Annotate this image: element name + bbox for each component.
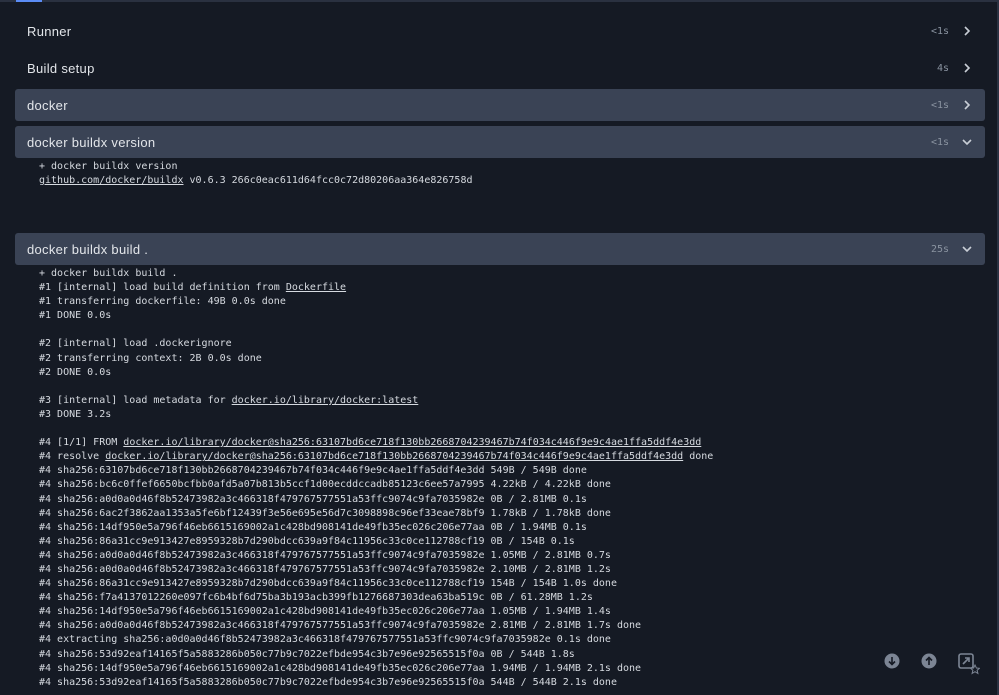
log-text: #4 sha256:a0d0a0d46f8b52473982a3c466318f… — [39, 563, 611, 575]
log-text: done — [683, 451, 714, 463]
log-link[interactable]: Dockerfile — [286, 282, 346, 293]
log-line: #4 sha256:63107bd6ce718f130bb26687042394… — [39, 464, 713, 478]
log-text: + docker buildx build . — [39, 268, 178, 279]
log-line: #1 transferring dockerfile: 49B 0.0s don… — [39, 295, 713, 309]
log-text: #4 sha256:86a31cc9e913427e8959328b7d290b… — [39, 578, 617, 590]
log-line: #2 DONE 0.0s — [39, 366, 713, 380]
log-text: #4 sha256:14df950e5a796f46eb6615169002a1… — [39, 662, 642, 674]
active-tab-indicator — [16, 0, 42, 2]
log-line: github.com/docker/buildx v0.6.3 266c0eac… — [39, 174, 472, 188]
step-duration: 25s — [930, 243, 949, 255]
step-title: docker — [27, 97, 68, 113]
log-line: #4 sha256:6ac2f3862aa1353a5fe6bf12439f3e… — [39, 507, 713, 521]
log-text: #2 transferring context: 2B 0.0s done — [39, 352, 262, 364]
scroll-top-icon — [921, 653, 937, 669]
log-link[interactable]: github.com/docker/buildx — [39, 175, 184, 186]
step-runner[interactable]: Runner <1s — [15, 15, 985, 47]
step-docker-buildx-build[interactable]: docker buildx build . 25s — [15, 233, 985, 265]
expand-icon — [958, 653, 981, 675]
log-text: #1 [internal] load build definition from — [39, 282, 286, 294]
log-line: #4 sha256:86a31cc9e913427e8959328b7d290b… — [39, 535, 713, 549]
log-line: #1 DONE 0.0s — [39, 309, 713, 323]
chevron-right-icon — [961, 62, 973, 74]
log-line: #4 sha256:f7a4137012260e097fc6b4bf6d75ba… — [39, 591, 713, 605]
log-line: #2 [internal] load .dockerignore — [39, 337, 713, 351]
log-text: #4 extracting sha256:a0d0a0d46f8b5247398… — [39, 634, 611, 646]
top-border — [0, 0, 999, 2]
chevron-right-icon — [961, 99, 973, 111]
log-text: #4 sha256:14df950e5a796f46eb6615169002a1… — [39, 606, 611, 618]
chevron-down-icon — [961, 136, 973, 148]
step-duration: 4s — [936, 62, 949, 74]
log-text: #4 sha256:86a31cc9e913427e8959328b7d290b… — [39, 535, 575, 547]
log-text: #4 sha256:f7a4137012260e097fc6b4bf6d75ba… — [39, 592, 593, 604]
step-title: docker buildx build . — [27, 241, 149, 257]
log-text: #4 resolve — [39, 451, 106, 463]
log-link[interactable]: docker.io/library/docker:latest — [232, 395, 419, 406]
log-text: #4 sha256:6ac2f3862aa1353a5fe6bf12439f3e… — [39, 507, 611, 519]
log-text: #3 [internal] load metadata for — [39, 394, 232, 406]
chevron-down-icon — [961, 243, 973, 255]
log-line: #4 sha256:14df950e5a796f46eb6615169002a1… — [39, 662, 713, 676]
log-text: #4 sha256:a0d0a0d46f8b52473982a3c466318f… — [39, 620, 642, 632]
log-line: + docker buildx version — [39, 160, 472, 174]
log-line: #4 sha256:a0d0a0d46f8b52473982a3c466318f… — [39, 619, 713, 633]
log-text: #4 sha256:bc6c0ffef6650bcfbb0afd5a07b813… — [39, 479, 611, 491]
log-line: #4 sha256:14df950e5a796f46eb6615169002a1… — [39, 605, 713, 619]
log-line: #4 sha256:a0d0a0d46f8b52473982a3c466318f… — [39, 493, 713, 507]
step-build-setup[interactable]: Build setup 4s — [15, 52, 985, 84]
log-line: #4 [1/1] FROM docker.io/library/docker@s… — [39, 436, 713, 450]
log-text: + docker buildx version — [39, 161, 178, 172]
log-text: #4 sha256:a0d0a0d46f8b52473982a3c466318f… — [39, 549, 611, 561]
log-link[interactable]: docker.io/library/docker@sha256:63107bd6… — [105, 451, 683, 462]
scroll-top-button[interactable] — [921, 653, 937, 669]
log-line: #4 sha256:14df950e5a796f46eb6615169002a1… — [39, 521, 713, 535]
step-duration: <1s — [930, 136, 949, 148]
log-link[interactable]: docker.io/library/docker@sha256:63107bd6… — [123, 437, 701, 448]
step-title: Build setup — [27, 60, 95, 76]
log-line: #3 DONE 3.2s — [39, 408, 713, 422]
step-title: Runner — [27, 23, 72, 39]
step-duration: <1s — [930, 25, 949, 37]
log-line: #4 sha256:53d92eaf14165f5a5883286b050c77… — [39, 648, 713, 662]
log-line: #2 transferring context: 2B 0.0s done — [39, 352, 713, 366]
expand-button[interactable] — [958, 653, 981, 675]
log-text: #3 DONE 3.2s — [39, 408, 112, 420]
log-text: #4 sha256:63107bd6ce718f130bb26687042394… — [39, 465, 587, 477]
log-line: #4 sha256:a0d0a0d46f8b52473982a3c466318f… — [39, 549, 713, 563]
log-line: #4 sha256:86a31cc9e913427e8959328b7d290b… — [39, 577, 713, 591]
log-line: #4 sha256:bc6c0ffef6650bcfbb0afd5a07b813… — [39, 478, 713, 492]
download-button[interactable] — [884, 653, 900, 669]
download-icon — [884, 653, 900, 669]
log-line: #4 sha256:a0d0a0d46f8b52473982a3c466318f… — [39, 563, 713, 577]
version-log: + docker buildx version github.com/docker… — [39, 160, 472, 188]
log-text: #4 sha256:53d92eaf14165f5a5883286b050c77… — [39, 648, 575, 660]
log-line: #1 [internal] load build definition from… — [39, 281, 713, 295]
step-duration: <1s — [930, 99, 949, 111]
log-text: #4 [1/1] FROM — [39, 437, 124, 449]
step-docker[interactable]: docker <1s — [15, 89, 985, 121]
step-title: docker buildx version — [27, 134, 156, 150]
log-line: #3 [internal] load metadata for docker.i… — [39, 394, 713, 408]
step-docker-buildx-version[interactable]: docker buildx version <1s — [15, 126, 985, 158]
log-line: #4 resolve docker.io/library/docker@sha2… — [39, 450, 713, 464]
log-text: #4 sha256:53d92eaf14165f5a5883286b050c77… — [39, 676, 617, 688]
log-text: v0.6.3 266c0eac611d64fcc0c72d80206aa364e… — [183, 175, 473, 187]
log-line: + docker buildx build . — [39, 267, 713, 281]
log-text: #1 DONE 0.0s — [39, 310, 112, 322]
log-line: #4 extracting sha256:a0d0a0d46f8b5247398… — [39, 633, 713, 647]
log-text: #1 transferring dockerfile: 49B 0.0s don… — [39, 296, 286, 308]
build-log: + docker buildx build . #1 [internal] loa… — [39, 267, 713, 690]
chevron-right-icon — [961, 25, 973, 37]
log-text: #4 sha256:a0d0a0d46f8b52473982a3c466318f… — [39, 493, 587, 505]
log-text: #2 [internal] load .dockerignore — [39, 338, 232, 350]
log-line: #4 sha256:53d92eaf14165f5a5883286b050c77… — [39, 676, 713, 690]
log-text: #4 sha256:14df950e5a796f46eb6615169002a1… — [39, 521, 587, 533]
log-text: #2 DONE 0.0s — [39, 366, 112, 378]
